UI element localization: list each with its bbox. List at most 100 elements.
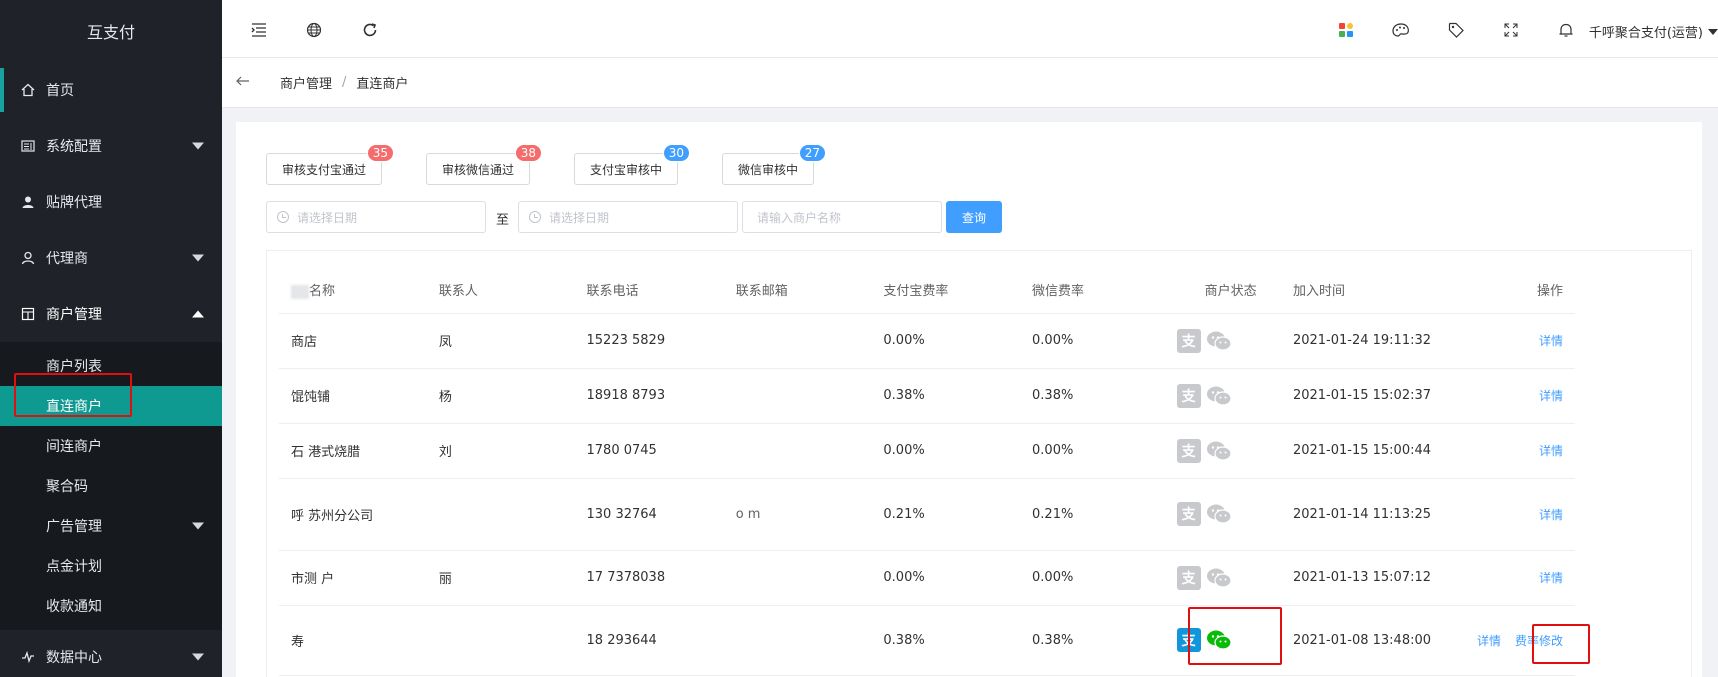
chevron-down-icon <box>192 522 204 530</box>
wechat-icon <box>1205 566 1233 590</box>
caret-down-icon <box>1708 28 1718 35</box>
sidebar-subitem-ad-management[interactable]: 广告管理 <box>0 506 222 546</box>
start-date-input[interactable]: 请选择日期 <box>266 201 486 233</box>
stat-wechat-pending-button[interactable]: 微信审核中 27 <box>722 144 826 185</box>
phone-cell: 1780 0745 <box>574 423 724 479</box>
actions-cell: 详情 <box>1464 368 1575 424</box>
join-time-cell: 2021-01-15 15:02:37 <box>1280 368 1465 424</box>
stat-label: 支付宝审核中 <box>589 162 662 177</box>
alipay-icon: 支 <box>1176 328 1201 353</box>
back-arrow-icon[interactable] <box>236 75 256 90</box>
column-header: 联系电话 <box>574 267 724 314</box>
alipay-rate-cell: 0.21% <box>871 478 1021 551</box>
sidebar-item-label: 代理商 <box>46 251 88 267</box>
column-header: 商户状态 <box>1168 267 1281 314</box>
contact-cell: 刘 <box>426 423 575 479</box>
merchant-table-container: 名称 联系人 联系电话 联系邮箱 支付宝费率 微信费率 商户状态 加入时间 操作… <box>266 250 1692 677</box>
merchant-name-placeholder: 请输入商户名称 <box>757 210 842 225</box>
breadcrumb-current: 直连商户 <box>356 77 409 92</box>
detail-link[interactable]: 详情 <box>1539 389 1563 403</box>
payment-status-icons: 支 <box>1176 328 1233 353</box>
breadcrumb-separator: / <box>342 75 347 90</box>
column-header: 联系人 <box>426 267 575 314</box>
status-cell: 支 <box>1168 478 1281 551</box>
status-cell: 支 <box>1168 423 1281 479</box>
contact-cell <box>426 478 575 551</box>
contact-cell: 凤 <box>426 313 575 369</box>
query-button[interactable]: 查询 <box>946 201 1002 233</box>
sidebar-item-home[interactable]: 首页 <box>0 62 222 118</box>
payment-status-icons: 支 <box>1176 502 1233 526</box>
sidebar-item-system-config[interactable]: 系统配置 <box>0 118 222 174</box>
collapse-menu-icon[interactable] <box>249 20 269 40</box>
user-solid-icon <box>20 194 36 210</box>
merchant-name-cell: 石 港式烧腊 <box>279 423 427 479</box>
end-date-placeholder: 请选择日期 <box>549 210 610 225</box>
status-cell: 支 <box>1168 368 1281 424</box>
wechat-icon <box>1205 329 1233 353</box>
detail-link[interactable]: 详情 <box>1477 634 1501 648</box>
sidebar-subitem-payment-notice[interactable]: 收款通知 <box>0 586 222 626</box>
stat-alipay-approved-button[interactable]: 审核支付宝通过 35 <box>266 144 394 185</box>
payment-status-icons: 支 <box>1176 565 1233 590</box>
sidebar-item-label: 首页 <box>46 83 74 99</box>
merchant-name-cell: 呼 苏州分公司 <box>279 478 427 551</box>
user-menu[interactable]: 千呼聚合支付(运营) <box>1589 22 1718 41</box>
status-cell: 支 <box>1168 313 1281 369</box>
chart-icon <box>20 649 36 665</box>
contact-cell: 丽 <box>426 550 575 606</box>
column-header: 联系邮箱 <box>723 267 872 314</box>
tag-icon[interactable] <box>1446 20 1466 40</box>
palette-icon[interactable] <box>1391 20 1411 40</box>
wechat-icon <box>1205 384 1233 408</box>
user-name: 千呼聚合支付(运营) <box>1588 26 1703 41</box>
sidebar-item-label: 商户管理 <box>46 307 102 323</box>
detail-link[interactable]: 详情 <box>1539 334 1563 348</box>
sidebar-subitem-aggregate-code[interactable]: 聚合码 <box>0 466 222 506</box>
column-header: 支付宝费率 <box>871 267 1021 314</box>
detail-link[interactable]: 详情 <box>1539 444 1563 458</box>
email-cell <box>723 313 872 369</box>
sidebar-subitem-indirect-merchant[interactable]: 间连商户 <box>0 426 222 466</box>
chevron-down-icon <box>192 254 204 262</box>
wechat-rate-cell: 0.00% <box>1020 423 1169 479</box>
redaction <box>291 284 309 299</box>
phone-cell: 15223 5829 <box>574 313 724 369</box>
end-date-input[interactable]: 请选择日期 <box>518 201 738 233</box>
sidebar-item-oem-agent[interactable]: 贴牌代理 <box>0 174 222 230</box>
wechat-rate-cell: 0.38% <box>1020 368 1169 424</box>
detail-link[interactable]: 详情 <box>1539 571 1563 585</box>
wechat-rate-cell: 0.00% <box>1020 313 1169 369</box>
app-title: 互支付 <box>0 0 222 62</box>
email-cell <box>723 605 872 676</box>
sidebar-item-agent[interactable]: 代理商 <box>0 230 222 286</box>
detail-link[interactable]: 详情 <box>1539 508 1563 522</box>
highlight-box <box>1188 607 1282 665</box>
fullscreen-icon[interactable] <box>1501 20 1521 40</box>
bell-icon[interactable] <box>1556 20 1576 40</box>
config-icon <box>20 138 36 154</box>
column-header: 微信费率 <box>1020 267 1169 314</box>
status-cell: 支 <box>1168 550 1281 606</box>
alipay-icon: 支 <box>1176 383 1201 408</box>
alipay-icon: 支 <box>1176 502 1201 526</box>
column-header: 加入时间 <box>1280 267 1465 314</box>
store-icon <box>20 306 36 322</box>
apps-icon[interactable] <box>1336 20 1356 40</box>
clock-icon <box>277 211 289 223</box>
sidebar: 互支付 首页 系统配置 贴牌代理 代理商 商户管理 商户列表 直连商户 间连商户… <box>0 0 222 677</box>
stat-label: 审核支付宝通过 <box>281 162 366 177</box>
globe-icon[interactable] <box>304 20 324 40</box>
alipay-rate-cell: 0.00% <box>871 313 1021 369</box>
stat-wechat-approved-button[interactable]: 审核微信通过 38 <box>426 144 542 185</box>
merchant-name-input[interactable]: 请输入商户名称 <box>742 201 942 233</box>
breadcrumb-parent[interactable]: 商户管理 <box>280 73 332 92</box>
refresh-icon[interactable] <box>360 20 380 40</box>
sidebar-item-merchant-management[interactable]: 商户管理 <box>0 286 222 342</box>
sidebar-item-data-center[interactable]: 数据中心 <box>0 630 222 677</box>
merchant-name-cell: 寿 <box>279 605 427 676</box>
sidebar-subitem-gold-plan[interactable]: 点金计划 <box>0 546 222 586</box>
stat-alipay-pending-button[interactable]: 支付宝审核中 30 <box>574 144 690 185</box>
table-row: 馄饨铺杨 18918 8793 0.38% 0.38% 支 2021-01-15 15:0… <box>279 368 1575 424</box>
alipay-rate-cell: 0.00% <box>871 423 1021 479</box>
